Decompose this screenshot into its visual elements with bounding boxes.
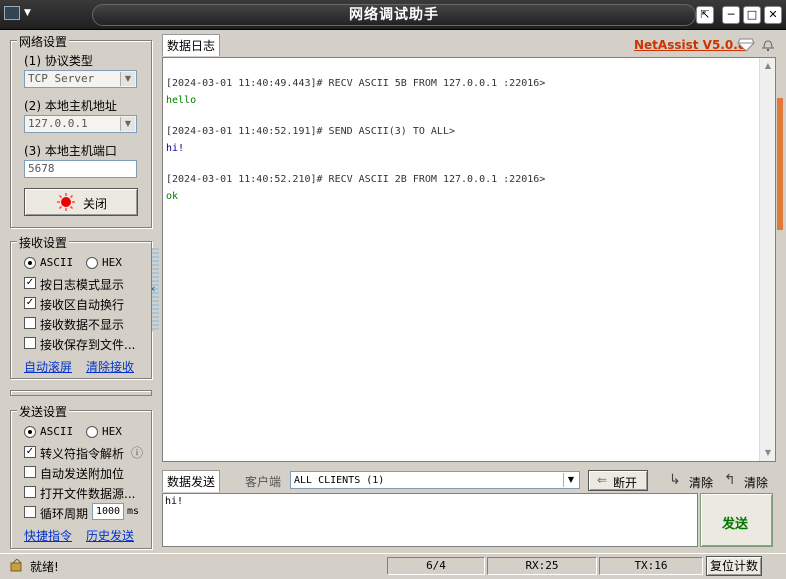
chevron-down-icon[interactable]: ▼ [563, 473, 578, 487]
bell-icon[interactable] [760, 38, 776, 52]
chevron-down-icon[interactable]: ▼ [120, 117, 135, 131]
protocol-value: TCP Server [28, 72, 95, 85]
close-connection-button[interactable]: 关闭 [24, 188, 138, 216]
title-bar: ▼ 网络调试助手 ⇱ ─ □ ✕ [0, 0, 786, 30]
client-select[interactable]: ALL CLIENTS (1) ▼ [290, 471, 580, 489]
send-settings-title: 发送设置 [17, 403, 70, 420]
send-ascii-radio[interactable] [24, 426, 36, 438]
send-button[interactable]: 发送 [700, 493, 773, 547]
pin-button[interactable]: ⇱ [696, 6, 714, 24]
file-source-label: 打开文件数据源... [40, 487, 136, 501]
panel-divider [10, 390, 152, 396]
tab-data-send[interactable]: 数据发送 [162, 470, 221, 492]
loop-period-checkbox[interactable] [24, 506, 36, 518]
hide-data-checkbox[interactable] [24, 317, 36, 329]
log-line: [2024-03-01 11:40:52.191]# SEND ASCII(3)… [166, 126, 455, 137]
maximize-button[interactable]: □ [743, 6, 761, 24]
reset-count-button[interactable]: 复位计数 [706, 556, 762, 576]
auto-wrap-label: 接收区自动换行 [40, 298, 125, 312]
save-to-file-checkbox[interactable] [24, 337, 36, 349]
app-icon [4, 5, 20, 20]
minimize-button[interactable]: ─ [722, 6, 740, 24]
window-edge-accent [777, 98, 783, 230]
auto-append-label: 自动发送附加位 [40, 467, 125, 481]
log-line: [2024-03-01 11:40:49.443]# RECV ASCII 5B… [166, 78, 546, 89]
period-unit: ms [127, 506, 140, 517]
clear-log-button[interactable]: 清除 [689, 474, 713, 491]
clear-receive-link[interactable]: 清除接收 [86, 358, 134, 375]
send-input[interactable]: hi! [162, 493, 698, 547]
receive-ascii-label: ASCII [40, 256, 74, 269]
status-light-icon [57, 193, 75, 211]
tx-counter: TX:16 [599, 557, 703, 575]
autoscroll-link[interactable]: 自动滚屏 [24, 358, 72, 375]
escape-parse-checkbox[interactable]: ✓ [24, 446, 36, 458]
clear-up-arrow-icon[interactable]: ↰ [724, 472, 736, 488]
close-window-button[interactable]: ✕ [764, 6, 782, 24]
send-input-text: hi! [165, 496, 184, 507]
count-display: 6/4 [387, 557, 485, 575]
period-input[interactable]: 1000 [92, 503, 124, 520]
disconnect-label: 断开 [613, 476, 638, 490]
port-label: (3) 本地主机端口 [24, 144, 117, 158]
receive-hex-radio[interactable] [86, 257, 98, 269]
window-title: 网络调试助手 [92, 4, 696, 26]
log-line: hi! [166, 143, 185, 154]
log-line: hello [166, 95, 197, 106]
chevron-down-icon[interactable]: ▼ [120, 72, 135, 86]
arrow-left-icon: ⇐ [597, 473, 608, 487]
chevron-down-icon: ▼ [24, 7, 31, 18]
client-value: ALL CLIENTS (1) [294, 475, 385, 486]
hide-data-label: 接收数据不显示 [40, 318, 125, 332]
diamond-icon[interactable] [737, 38, 755, 52]
status-bar: 就绪! 6/4 RX:25 TX:16 复位计数 [0, 553, 786, 579]
brand-link[interactable]: NetAssist V5.0.8 [634, 38, 746, 52]
network-settings-title: 网络设置 [17, 33, 70, 50]
file-source-checkbox[interactable] [24, 486, 36, 498]
receive-ascii-radio[interactable] [24, 257, 36, 269]
rx-counter: RX:25 [487, 557, 597, 575]
escape-parse-label: 转义符指令解析 [40, 447, 125, 461]
panel-collapse-handle[interactable]: ‹ [151, 248, 159, 332]
send-hex-label: HEX [102, 425, 122, 438]
auto-wrap-checkbox[interactable]: ✓ [24, 297, 36, 309]
port-input[interactable]: 5678 [24, 160, 137, 178]
receive-settings-title: 接收设置 [17, 234, 70, 251]
host-label: (2) 本地主机地址 [24, 99, 117, 113]
save-to-file-label: 接收保存到文件... [40, 338, 136, 352]
log-area[interactable]: [2024-03-01 11:40:49.443]# RECV ASCII 5B… [162, 57, 776, 462]
send-hex-radio[interactable] [86, 426, 98, 438]
send-label: 发送 [722, 517, 749, 532]
shortcut-commands-link[interactable]: 快捷指令 [24, 527, 72, 544]
client-label: 客户端 [245, 475, 282, 489]
log-line: [2024-03-01 11:40:52.210]# RECV ASCII 2B… [166, 174, 546, 185]
ready-icon [10, 559, 22, 572]
send-history-link[interactable]: 历史发送 [86, 527, 134, 544]
info-icon[interactable]: ⓘ [131, 444, 143, 461]
log-scrollbar[interactable]: ▲ ▼ [759, 58, 775, 461]
close-connection-label: 关闭 [83, 197, 108, 211]
loop-period-label: 循环周期 [40, 507, 89, 521]
system-menu[interactable]: ▼ [4, 5, 44, 25]
auto-append-checkbox[interactable] [24, 466, 36, 478]
host-value: 127.0.0.1 [28, 117, 88, 130]
host-select[interactable]: 127.0.0.1 ▼ [24, 115, 137, 133]
status-text: 就绪! [30, 560, 59, 574]
log-line: ok [166, 191, 179, 202]
protocol-select[interactable]: TCP Server ▼ [24, 70, 137, 88]
receive-hex-label: HEX [102, 256, 122, 269]
send-ascii-label: ASCII [40, 425, 74, 438]
protocol-label: (1) 协议类型 [24, 54, 93, 68]
scroll-down-icon[interactable]: ▼ [760, 445, 775, 461]
log-mode-label: 按日志模式显示 [40, 278, 125, 292]
clear-send-button[interactable]: 清除 [744, 474, 768, 491]
chevron-left-icon[interactable]: ‹ [151, 282, 156, 295]
tab-data-log[interactable]: 数据日志 [162, 34, 221, 56]
clear-arrow-icon[interactable]: ↳ [669, 472, 681, 488]
log-mode-checkbox[interactable]: ✓ [24, 277, 36, 289]
disconnect-button[interactable]: ⇐ 断开 [588, 470, 648, 491]
scroll-up-icon[interactable]: ▲ [760, 58, 775, 74]
